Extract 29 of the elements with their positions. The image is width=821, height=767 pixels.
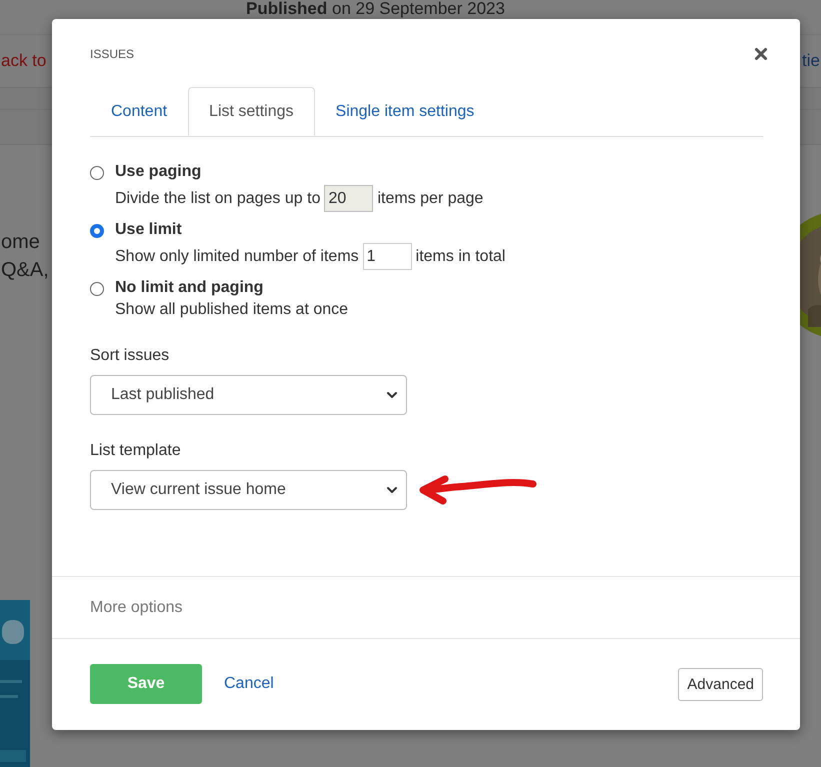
teaser-text: Q&A,: [1, 258, 50, 283]
published-date: Published on 29 September 2023: [246, 0, 505, 18]
tab[interactable]: Single item settings: [314, 87, 496, 136]
more-options-toggle[interactable]: More options: [52, 577, 800, 638]
cancel-link[interactable]: Cancel: [224, 675, 274, 693]
option-label: No limit and paging: [115, 279, 264, 297]
dialog-title: ISSUES: [90, 47, 134, 61]
nav-link[interactable]: tie: [802, 51, 820, 71]
tab[interactable]: List settings: [188, 87, 315, 136]
option-description: Divide the list on pages up to: [115, 190, 320, 208]
select-field[interactable]: Last published: [90, 375, 407, 415]
radio-button[interactable]: [90, 224, 104, 238]
close-icon: [752, 45, 770, 63]
teaser-text: ome: [1, 230, 41, 255]
close-button[interactable]: [752, 45, 770, 63]
select-field[interactable]: View current issue home: [90, 470, 407, 510]
field-label: List template: [90, 442, 182, 460]
option-label: Use limit: [115, 221, 183, 239]
tab[interactable]: Content: [90, 87, 188, 136]
option-label: Use paging: [115, 163, 202, 181]
number-field[interactable]: 1: [362, 243, 412, 270]
field-label: Sort issues: [90, 347, 170, 365]
radio-button[interactable]: [90, 282, 104, 296]
advanced-button[interactable]: Advanced: [678, 668, 763, 700]
option-description: items in total: [416, 248, 506, 266]
option-description: Show only limited number of items: [115, 248, 359, 266]
option-description: items per page: [377, 190, 484, 208]
option-description: Show all published items at once: [115, 301, 348, 319]
radio-button[interactable]: [90, 166, 104, 180]
